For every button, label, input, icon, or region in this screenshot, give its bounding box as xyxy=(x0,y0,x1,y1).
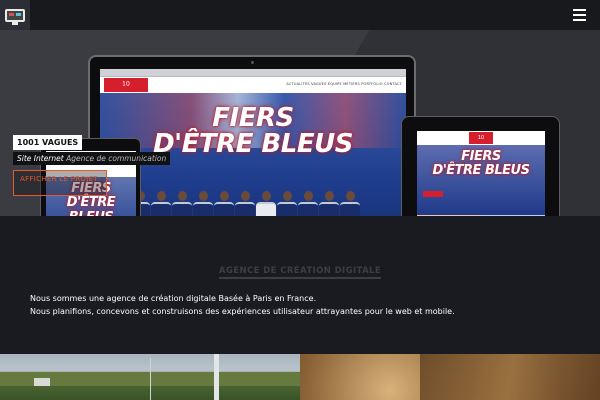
team-photo xyxy=(130,179,380,216)
portfolio-thumbnail-animal[interactable] xyxy=(300,354,600,400)
top-bar xyxy=(0,0,600,30)
project-agency: Agence de communication xyxy=(66,154,167,163)
client-name-badge: 1001 VAGUES xyxy=(13,135,83,150)
section-title: AGENCE DE CRÉATION DIGITALE xyxy=(0,266,600,279)
project-type: Site Internet xyxy=(17,154,64,163)
project-subtitle: Site Internet Agence de communication xyxy=(13,152,171,165)
mockup-site-nav: ACTUALITÉS VAGUES ÉQUIPE MÉTIERS PORTFOL… xyxy=(286,82,402,86)
mockup-site-logo: 10 xyxy=(104,78,148,92)
monitor-logo-icon xyxy=(5,8,25,22)
intro-paragraph: Nous sommes une agence de création digit… xyxy=(30,294,455,316)
site-logo[interactable] xyxy=(0,0,30,30)
hamburger-menu-icon[interactable] xyxy=(573,9,586,21)
view-project-button[interactable]: AFFICHER LE PROJET xyxy=(13,170,107,196)
tablet-mockup-right: 10 FIERS D'ÊTRE BLEUS xyxy=(401,116,560,216)
portfolio-thumbnail-landscape[interactable] xyxy=(0,354,300,400)
agency-intro-section: AGENCE DE CRÉATION DIGITALE Nous sommes … xyxy=(0,216,600,354)
hero-project-showcase: 10 ACTUALITÉS VAGUES ÉQUIPE MÉTIERS PORT… xyxy=(0,30,600,216)
laptop-screen: 10 ACTUALITÉS VAGUES ÉQUIPE MÉTIERS PORT… xyxy=(100,69,406,216)
